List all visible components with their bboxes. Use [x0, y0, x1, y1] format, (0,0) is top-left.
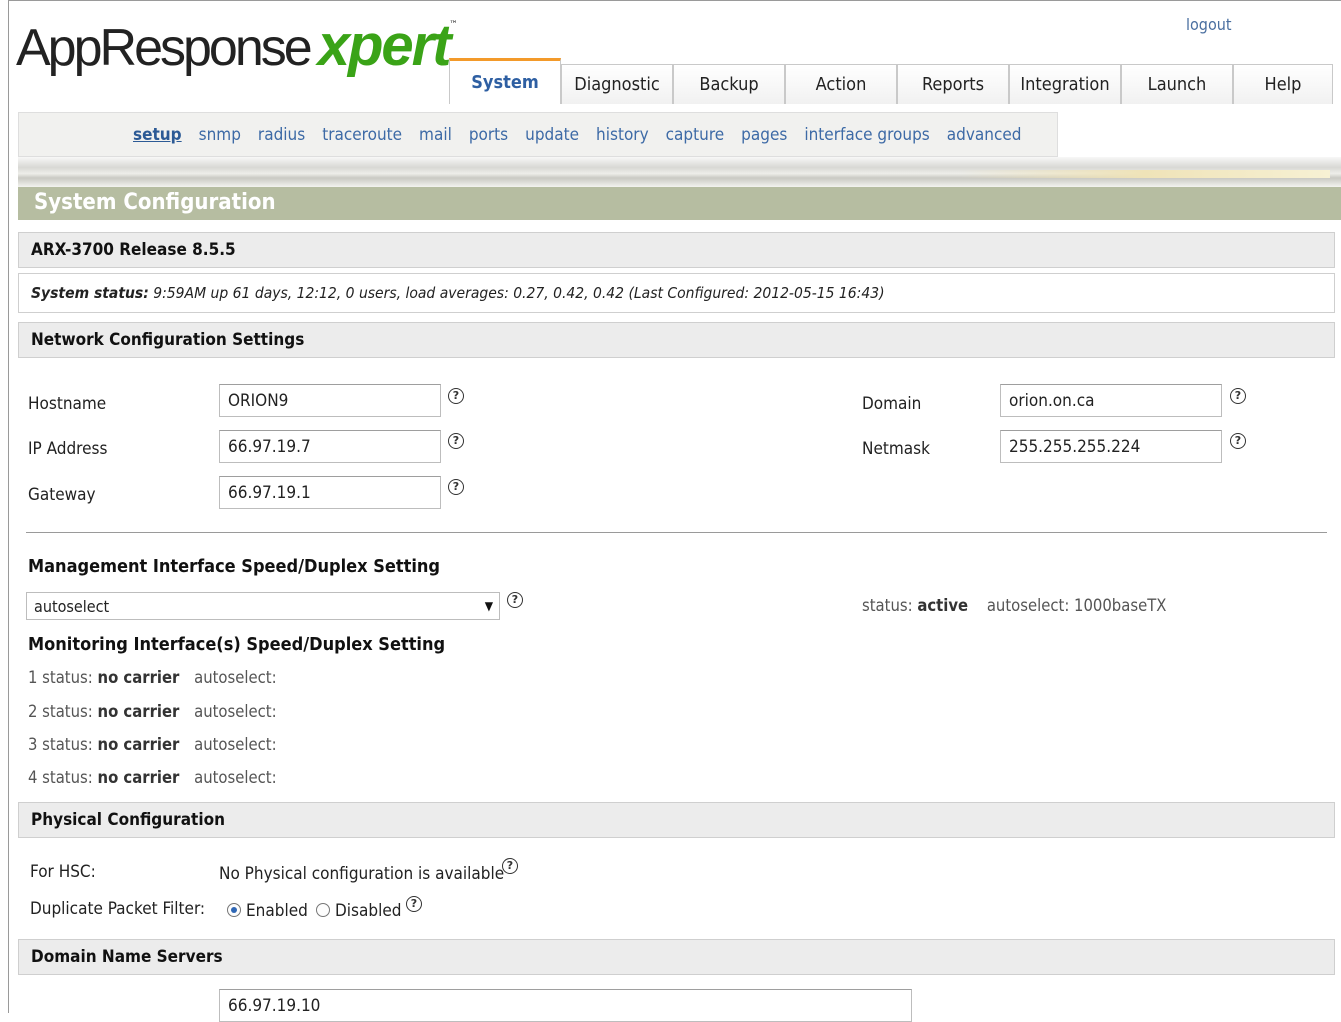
- netmask-label: Netmask: [862, 439, 930, 459]
- duplicate-filter-enabled-radio[interactable]: [227, 903, 241, 917]
- tab-action[interactable]: Action: [785, 64, 897, 104]
- subnav-advanced[interactable]: advanced: [947, 125, 1022, 145]
- subnav-capture[interactable]: capture: [666, 125, 725, 145]
- tab-help[interactable]: Help: [1233, 64, 1333, 104]
- main-tabs: System Diagnostic Backup Action Reports …: [449, 58, 1333, 104]
- sub-navigation: setup snmp radius traceroute mail ports …: [18, 112, 1058, 157]
- monitoring-row-status: no carrier: [97, 768, 180, 787]
- subnav-history[interactable]: history: [596, 125, 649, 145]
- monitoring-row: 4 status: no carrier autoselect:: [28, 768, 277, 787]
- page-title-bar: System Configuration: [18, 187, 1341, 220]
- physical-config-heading: Physical Configuration: [31, 810, 225, 830]
- monitoring-row-status: no carrier: [97, 735, 180, 754]
- logo-xpert-text: xpert: [317, 13, 452, 78]
- management-status-value: active: [917, 596, 969, 615]
- management-status: status: active autoselect: 1000baseTX: [862, 596, 1166, 615]
- monitoring-row-autoselect: autoselect:: [194, 668, 277, 687]
- dns-server-1-input[interactable]: [219, 989, 912, 1022]
- domain-input[interactable]: [1000, 384, 1222, 417]
- netmask-input[interactable]: [1000, 430, 1222, 463]
- system-status-box: System status: 9:59AM up 61 days, 12:12,…: [18, 273, 1335, 313]
- physical-config-header: Physical Configuration: [18, 802, 1335, 838]
- hostname-help-icon[interactable]: ?: [448, 388, 464, 404]
- management-status-label: status:: [862, 596, 913, 615]
- page-title: System Configuration: [34, 190, 276, 215]
- monitoring-row-prefix: 3 status:: [28, 735, 93, 754]
- subnav-radius[interactable]: radius: [258, 125, 305, 145]
- tab-system[interactable]: System: [449, 58, 561, 104]
- tab-reports[interactable]: Reports: [897, 64, 1009, 104]
- hostname-input[interactable]: [219, 384, 441, 417]
- monitoring-row: 3 status: no carrier autoselect:: [28, 735, 277, 754]
- dns-heading: Domain Name Servers: [31, 947, 223, 967]
- ip-address-input[interactable]: [219, 430, 441, 463]
- netmask-help-icon[interactable]: ?: [1230, 433, 1246, 449]
- tab-launch[interactable]: Launch: [1121, 64, 1233, 104]
- network-config-header: Network Configuration Settings: [18, 322, 1335, 358]
- section-divider: [26, 532, 1327, 533]
- release-header: ARX-3700 Release 8.5.5: [18, 232, 1335, 268]
- logo-trademark: ™: [449, 20, 458, 30]
- duplicate-filter-disabled-label: Disabled: [335, 901, 402, 921]
- network-config-heading: Network Configuration Settings: [31, 330, 305, 350]
- logo-app-text: AppResponse: [16, 19, 313, 77]
- tab-diagnostic[interactable]: Diagnostic: [561, 64, 673, 104]
- tab-integration[interactable]: Integration: [1009, 64, 1121, 104]
- logout-link[interactable]: logout: [1186, 15, 1232, 34]
- management-autoselect-text: autoselect: 1000baseTX: [986, 596, 1167, 615]
- decorative-band-highlight: [960, 170, 1330, 178]
- subnav-update[interactable]: update: [525, 125, 579, 145]
- monitoring-row-status: no carrier: [97, 702, 180, 721]
- monitoring-row-autoselect: autoselect:: [194, 768, 277, 787]
- subnav-setup[interactable]: setup: [133, 125, 182, 145]
- subnav-traceroute[interactable]: traceroute: [322, 125, 402, 145]
- gateway-help-icon[interactable]: ?: [448, 479, 464, 495]
- management-speed-value: autoselect: [34, 597, 110, 616]
- subnav-mail[interactable]: mail: [419, 125, 452, 145]
- subnav-pages[interactable]: pages: [741, 125, 787, 145]
- subnav-ports[interactable]: ports: [469, 125, 508, 145]
- monitoring-interface-heading: Monitoring Interface(s) Speed/Duplex Set…: [28, 634, 446, 655]
- tab-backup[interactable]: Backup: [673, 64, 785, 104]
- appresponse-xpert-logo: AppResponse xpert™: [16, 12, 458, 78]
- duplicate-filter-help-icon[interactable]: ?: [406, 896, 422, 912]
- monitoring-row-autoselect: autoselect:: [194, 735, 277, 754]
- monitoring-row-status: no carrier: [97, 668, 180, 687]
- dropdown-arrow-icon: ▼: [484, 599, 493, 613]
- release-text: ARX-3700 Release 8.5.5: [31, 240, 236, 260]
- monitoring-row-prefix: 2 status:: [28, 702, 93, 721]
- duplicate-filter-disabled-radio[interactable]: [316, 903, 330, 917]
- hsc-help-icon[interactable]: ?: [502, 858, 518, 874]
- hsc-label: For HSC:: [30, 862, 96, 882]
- subnav-interface-groups[interactable]: interface groups: [804, 125, 929, 145]
- hostname-label: Hostname: [28, 394, 107, 414]
- monitoring-row: 2 status: no carrier autoselect:: [28, 702, 277, 721]
- management-speed-select[interactable]: autoselect ▼: [26, 592, 500, 620]
- monitoring-row-autoselect: autoselect:: [194, 702, 277, 721]
- management-interface-heading: Management Interface Speed/Duplex Settin…: [28, 556, 441, 577]
- system-status-line: System status: 9:59AM up 61 days, 12:12,…: [31, 284, 885, 302]
- monitoring-row-prefix: 4 status:: [28, 768, 93, 787]
- duplicate-filter-enabled-label: Enabled: [246, 901, 308, 921]
- subnav-snmp[interactable]: snmp: [199, 125, 241, 145]
- domain-help-icon[interactable]: ?: [1230, 388, 1246, 404]
- management-speed-help-icon[interactable]: ?: [507, 592, 523, 608]
- system-status-label: System status:: [31, 284, 149, 302]
- duplicate-filter-label: Duplicate Packet Filter:: [30, 899, 206, 919]
- ip-address-help-icon[interactable]: ?: [448, 433, 464, 449]
- gateway-input[interactable]: [219, 476, 441, 509]
- domain-label: Domain: [862, 394, 922, 414]
- hsc-value: No Physical configuration is available: [219, 864, 505, 884]
- monitoring-row: 1 status: no carrier autoselect:: [28, 668, 277, 687]
- gateway-label: Gateway: [28, 485, 96, 505]
- system-status-text: 9:59AM up 61 days, 12:12, 0 users, load …: [148, 284, 885, 302]
- ip-address-label: IP Address: [28, 439, 108, 459]
- dns-header: Domain Name Servers: [18, 939, 1335, 975]
- monitoring-row-prefix: 1 status:: [28, 668, 93, 687]
